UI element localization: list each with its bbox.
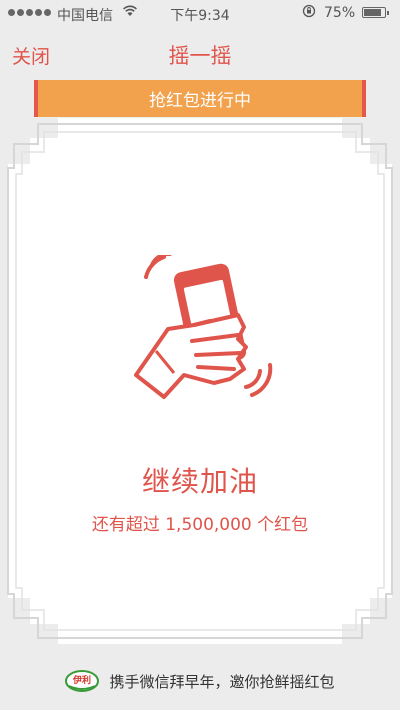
shaking-hand-phone-icon [134, 255, 273, 399]
footer: 伊利 携手微信拜早年，邀你抢鲜摇红包 [0, 666, 400, 696]
page-title: 摇一摇 [168, 44, 232, 68]
status-banner: 抢红包进行中 [34, 80, 366, 117]
battery-icon [362, 7, 389, 18]
navigation-bar: 关闭 摇一摇 [0, 26, 400, 78]
yili-logo-icon: 伊利 [65, 670, 100, 692]
battery-percent: 75% [324, 5, 356, 21]
headline: 继续加油 [141, 465, 258, 498]
status-bar: 中国电信 下午9:34 75% [0, 0, 400, 26]
remaining-count-text: 还有超过 1,500,000 个红包 [91, 515, 309, 535]
svg-text:伊利: 伊利 [72, 674, 91, 686]
rotation-lock-icon [302, 4, 316, 21]
footer-text: 携手微信拜早年，邀你抢鲜摇红包 [109, 672, 335, 691]
